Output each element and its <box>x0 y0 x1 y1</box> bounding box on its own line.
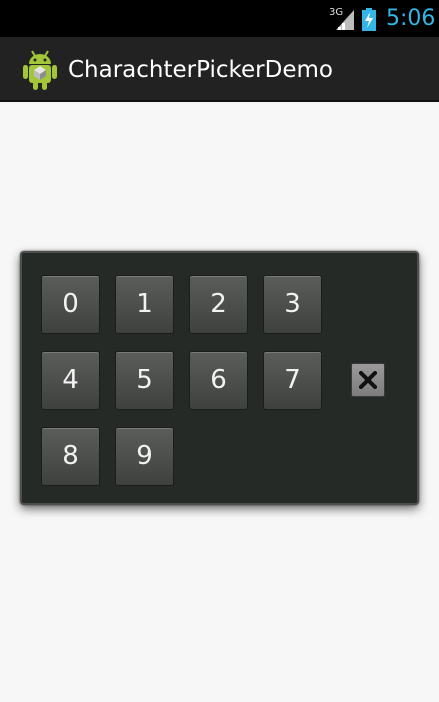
clock: 5:06 <box>386 6 436 31</box>
key-7[interactable]: 7 <box>263 351 322 410</box>
signal-icon <box>336 10 354 30</box>
key-1[interactable]: 1 <box>115 275 174 334</box>
key-6[interactable]: 6 <box>189 351 248 410</box>
action-bar: CharachterPickerDemo <box>0 37 439 102</box>
key-2[interactable]: 2 <box>189 275 248 334</box>
close-icon <box>359 371 377 389</box>
key-5[interactable]: 5 <box>115 351 174 410</box>
key-4[interactable]: 4 <box>41 351 100 410</box>
android-icon[interactable] <box>22 49 58 91</box>
app-title: CharachterPickerDemo <box>68 57 333 83</box>
character-picker-panel: 0 1 2 3 4 5 6 7 8 9 <box>20 251 419 505</box>
key-8[interactable]: 8 <box>41 427 100 486</box>
key-9[interactable]: 9 <box>115 427 174 486</box>
key-3[interactable]: 3 <box>263 275 322 334</box>
status-bar: 3G 5:06 <box>0 0 439 37</box>
delete-button[interactable] <box>351 363 385 397</box>
key-0[interactable]: 0 <box>41 275 100 334</box>
battery-charging-icon <box>362 8 376 31</box>
